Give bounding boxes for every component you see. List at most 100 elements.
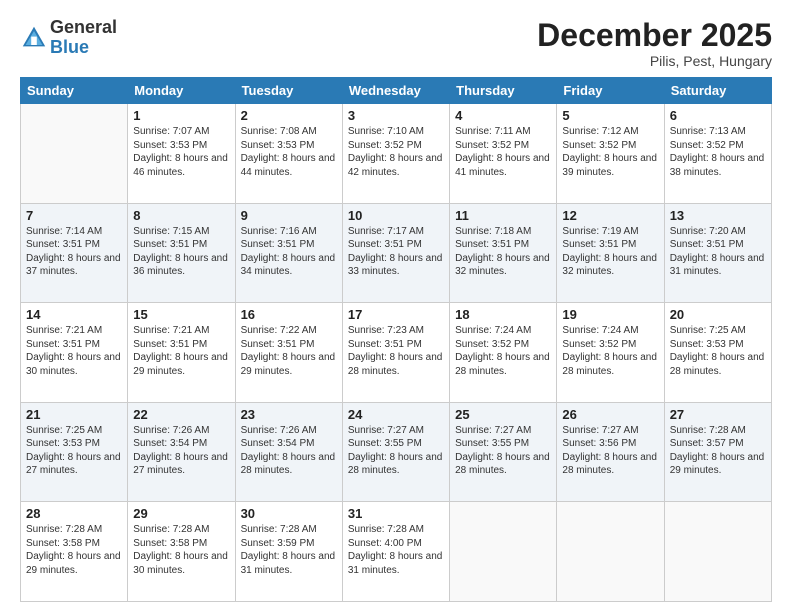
table-row: 9 Sunrise: 7:16 AMSunset: 3:51 PMDayligh… [235,203,342,303]
day-number: 20 [670,307,766,322]
day-number: 21 [26,407,122,422]
logo: General Blue [20,18,117,58]
day-number: 1 [133,108,229,123]
table-row [21,104,128,204]
logo-blue-text: Blue [50,38,117,58]
day-number: 31 [348,506,444,521]
table-row [450,502,557,602]
day-info: Sunrise: 7:16 AMSunset: 3:51 PMDaylight:… [241,226,336,278]
day-info: Sunrise: 7:26 AMSunset: 3:54 PMDaylight:… [133,425,228,477]
day-number: 29 [133,506,229,521]
day-info: Sunrise: 7:13 AMSunset: 3:52 PMDaylight:… [670,126,765,178]
day-info: Sunrise: 7:24 AMSunset: 3:52 PMDaylight:… [455,325,550,377]
header: General Blue December 2025 Pilis, Pest, … [20,18,772,69]
header-saturday: Saturday [664,78,771,104]
day-info: Sunrise: 7:15 AMSunset: 3:51 PMDaylight:… [133,226,228,278]
table-row: 23 Sunrise: 7:26 AMSunset: 3:54 PMDaylig… [235,402,342,502]
day-number: 30 [241,506,337,521]
calendar-week-row: 1 Sunrise: 7:07 AMSunset: 3:53 PMDayligh… [21,104,772,204]
table-row: 27 Sunrise: 7:28 AMSunset: 3:57 PMDaylig… [664,402,771,502]
table-row: 5 Sunrise: 7:12 AMSunset: 3:52 PMDayligh… [557,104,664,204]
day-number: 2 [241,108,337,123]
table-row: 22 Sunrise: 7:26 AMSunset: 3:54 PMDaylig… [128,402,235,502]
table-row: 15 Sunrise: 7:21 AMSunset: 3:51 PMDaylig… [128,303,235,403]
day-number: 14 [26,307,122,322]
title-block: December 2025 Pilis, Pest, Hungary [537,18,772,69]
calendar-week-row: 14 Sunrise: 7:21 AMSunset: 3:51 PMDaylig… [21,303,772,403]
calendar-table: Sunday Monday Tuesday Wednesday Thursday… [20,77,772,602]
day-info: Sunrise: 7:28 AMSunset: 3:59 PMDaylight:… [241,524,336,576]
day-info: Sunrise: 7:14 AMSunset: 3:51 PMDaylight:… [26,226,121,278]
day-info: Sunrise: 7:11 AMSunset: 3:52 PMDaylight:… [455,126,550,178]
day-info: Sunrise: 7:23 AMSunset: 3:51 PMDaylight:… [348,325,443,377]
day-number: 23 [241,407,337,422]
table-row: 4 Sunrise: 7:11 AMSunset: 3:52 PMDayligh… [450,104,557,204]
table-row: 16 Sunrise: 7:22 AMSunset: 3:51 PMDaylig… [235,303,342,403]
header-wednesday: Wednesday [342,78,449,104]
day-number: 5 [562,108,658,123]
day-number: 12 [562,208,658,223]
day-number: 8 [133,208,229,223]
day-info: Sunrise: 7:12 AMSunset: 3:52 PMDaylight:… [562,126,657,178]
page: General Blue December 2025 Pilis, Pest, … [0,0,792,612]
day-number: 28 [26,506,122,521]
header-tuesday: Tuesday [235,78,342,104]
day-number: 27 [670,407,766,422]
header-thursday: Thursday [450,78,557,104]
day-info: Sunrise: 7:21 AMSunset: 3:51 PMDaylight:… [26,325,121,377]
table-row: 25 Sunrise: 7:27 AMSunset: 3:55 PMDaylig… [450,402,557,502]
day-info: Sunrise: 7:27 AMSunset: 3:56 PMDaylight:… [562,425,657,477]
day-number: 25 [455,407,551,422]
table-row: 29 Sunrise: 7:28 AMSunset: 3:58 PMDaylig… [128,502,235,602]
table-row: 12 Sunrise: 7:19 AMSunset: 3:51 PMDaylig… [557,203,664,303]
day-number: 4 [455,108,551,123]
day-number: 24 [348,407,444,422]
day-number: 10 [348,208,444,223]
logo-text: General Blue [50,18,117,58]
weekday-header-row: Sunday Monday Tuesday Wednesday Thursday… [21,78,772,104]
day-number: 11 [455,208,551,223]
table-row: 2 Sunrise: 7:08 AMSunset: 3:53 PMDayligh… [235,104,342,204]
day-info: Sunrise: 7:07 AMSunset: 3:53 PMDaylight:… [133,126,228,178]
location: Pilis, Pest, Hungary [537,53,772,69]
table-row: 28 Sunrise: 7:28 AMSunset: 3:58 PMDaylig… [21,502,128,602]
table-row: 3 Sunrise: 7:10 AMSunset: 3:52 PMDayligh… [342,104,449,204]
day-number: 16 [241,307,337,322]
table-row: 30 Sunrise: 7:28 AMSunset: 3:59 PMDaylig… [235,502,342,602]
header-sunday: Sunday [21,78,128,104]
header-friday: Friday [557,78,664,104]
day-info: Sunrise: 7:24 AMSunset: 3:52 PMDaylight:… [562,325,657,377]
day-number: 17 [348,307,444,322]
day-number: 3 [348,108,444,123]
calendar-body: 1 Sunrise: 7:07 AMSunset: 3:53 PMDayligh… [21,104,772,602]
day-number: 6 [670,108,766,123]
day-info: Sunrise: 7:10 AMSunset: 3:52 PMDaylight:… [348,126,443,178]
day-number: 26 [562,407,658,422]
logo-icon [20,24,48,52]
day-number: 22 [133,407,229,422]
table-row: 13 Sunrise: 7:20 AMSunset: 3:51 PMDaylig… [664,203,771,303]
day-number: 19 [562,307,658,322]
day-number: 9 [241,208,337,223]
table-row: 8 Sunrise: 7:15 AMSunset: 3:51 PMDayligh… [128,203,235,303]
table-row: 18 Sunrise: 7:24 AMSunset: 3:52 PMDaylig… [450,303,557,403]
day-info: Sunrise: 7:25 AMSunset: 3:53 PMDaylight:… [26,425,121,477]
day-info: Sunrise: 7:18 AMSunset: 3:51 PMDaylight:… [455,226,550,278]
table-row: 7 Sunrise: 7:14 AMSunset: 3:51 PMDayligh… [21,203,128,303]
calendar-week-row: 7 Sunrise: 7:14 AMSunset: 3:51 PMDayligh… [21,203,772,303]
table-row: 31 Sunrise: 7:28 AMSunset: 4:00 PMDaylig… [342,502,449,602]
day-info: Sunrise: 7:28 AMSunset: 3:58 PMDaylight:… [26,524,121,576]
day-info: Sunrise: 7:20 AMSunset: 3:51 PMDaylight:… [670,226,765,278]
table-row: 10 Sunrise: 7:17 AMSunset: 3:51 PMDaylig… [342,203,449,303]
table-row: 14 Sunrise: 7:21 AMSunset: 3:51 PMDaylig… [21,303,128,403]
header-monday: Monday [128,78,235,104]
logo-general-text: General [50,18,117,38]
day-info: Sunrise: 7:22 AMSunset: 3:51 PMDaylight:… [241,325,336,377]
table-row [664,502,771,602]
day-info: Sunrise: 7:26 AMSunset: 3:54 PMDaylight:… [241,425,336,477]
table-row: 20 Sunrise: 7:25 AMSunset: 3:53 PMDaylig… [664,303,771,403]
day-info: Sunrise: 7:08 AMSunset: 3:53 PMDaylight:… [241,126,336,178]
table-row: 17 Sunrise: 7:23 AMSunset: 3:51 PMDaylig… [342,303,449,403]
day-info: Sunrise: 7:28 AMSunset: 4:00 PMDaylight:… [348,524,443,576]
day-info: Sunrise: 7:27 AMSunset: 3:55 PMDaylight:… [348,425,443,477]
